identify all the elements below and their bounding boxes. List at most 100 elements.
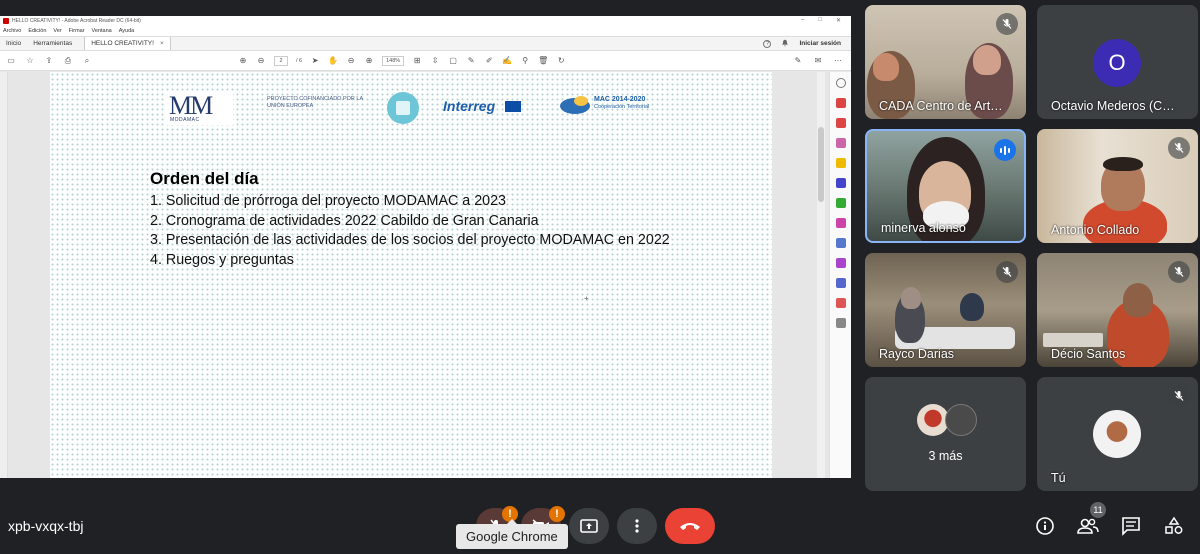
zoom-tool-icon[interactable]: [835, 78, 846, 88]
save-icon[interactable]: ▭: [6, 56, 16, 66]
participant-tile-decio[interactable]: Décio Santos: [1037, 253, 1198, 367]
next-page-icon[interactable]: ⊖: [256, 56, 266, 66]
upload-icon[interactable]: ⇪: [44, 56, 54, 66]
tools-panel: [829, 72, 851, 478]
fill-sign-icon[interactable]: [835, 258, 846, 268]
agenda-item: 2. Cronograma de actividades 2022 Cabild…: [150, 212, 539, 229]
left-panel-toggle[interactable]: [0, 72, 8, 478]
participant-tile-more[interactable]: 3 más: [865, 377, 1026, 491]
edit-pdf-icon[interactable]: [835, 138, 846, 148]
more-participants-label: 3 más: [928, 449, 963, 463]
comment-icon[interactable]: ▢: [448, 56, 458, 66]
menu-edicion[interactable]: Edición: [28, 28, 46, 34]
prev-page-icon[interactable]: ⊕: [238, 56, 248, 66]
export-pdf-icon[interactable]: [835, 98, 846, 108]
minimize-icon[interactable]: –: [801, 17, 804, 24]
pen-icon[interactable]: ✎: [466, 56, 476, 66]
maximize-icon[interactable]: □: [818, 17, 822, 24]
chat-button[interactable]: [1119, 514, 1143, 538]
more-options-button[interactable]: [617, 508, 657, 544]
participant-tile-antonio[interactable]: Antonio Collado: [1037, 129, 1198, 243]
present-screen-button[interactable]: [569, 508, 609, 544]
more-icon[interactable]: ⋯: [833, 56, 843, 66]
help-icon[interactable]: ?: [763, 39, 772, 48]
mic-off-icon: [1168, 137, 1190, 159]
window-controls: – □ ✕: [801, 17, 841, 24]
send-icon[interactable]: [835, 278, 846, 288]
participant-tile-cada[interactable]: CADA Centro de Art…: [865, 5, 1026, 119]
more-tools-icon[interactable]: [835, 318, 846, 328]
zoom-select[interactable]: 148%: [382, 55, 405, 66]
acrobat-menubar: Archivo Edición Ver Firmar Ventana Ayuda: [0, 26, 851, 36]
delete-icon[interactable]: 🗑: [538, 56, 548, 66]
agenda-title: Orden del día: [150, 169, 259, 188]
mail-icon[interactable]: ✉: [813, 56, 823, 66]
activities-button[interactable]: [1162, 514, 1186, 538]
toolbar-middle: ⊕ ⊖ 2 / 6 ➤ ✋ ⊖ ⊕ 148% ⊞ ⇳ ▢ ✎ ✐ ✍ ⚲ 🗑 ↻: [238, 55, 566, 66]
close-window-icon[interactable]: ✕: [836, 17, 841, 24]
pen-edit-icon[interactable]: ✎: [793, 56, 803, 66]
interreg-logo: Interreg: [443, 98, 496, 114]
fit-page-icon[interactable]: ⊞: [412, 56, 422, 66]
menu-firmar[interactable]: Firmar: [69, 28, 85, 34]
mic-off-icon: [1168, 385, 1190, 407]
menu-ventana[interactable]: Ventana: [92, 28, 112, 34]
window-title: HELLO CREATIVITY! - Adobe Acrobat Reader…: [12, 18, 141, 24]
pdf-page: MM MODAMAC PROYECTO COFINANCIADO POR LA …: [50, 72, 772, 478]
star-icon[interactable]: ☆: [25, 56, 35, 66]
redact-icon[interactable]: [835, 218, 846, 228]
highlight-icon[interactable]: ✐: [484, 56, 494, 66]
modamac-logo: MM MODAMAC: [165, 91, 233, 125]
hand-icon[interactable]: ✋: [328, 56, 338, 66]
toolbar-right: ✎ ✉ ⋯: [793, 56, 843, 66]
scroll-mode-icon[interactable]: ⇳: [430, 56, 440, 66]
search-icon[interactable]: ⌕: [82, 56, 92, 66]
print-icon[interactable]: ⎙: [63, 56, 73, 66]
tab-document-label: HELLO CREATIVITY!: [91, 40, 154, 47]
tooltip: Google Chrome: [456, 519, 568, 549]
create-pdf-icon[interactable]: [835, 118, 846, 128]
page-number-input[interactable]: 2: [274, 55, 288, 66]
meeting-details-button[interactable]: [1033, 514, 1057, 538]
bell-icon[interactable]: [781, 39, 789, 49]
agenda-item: 4. Ruegos y preguntas: [150, 251, 294, 268]
meet-controls-bar: xpb-vxqx-tbj ! ! Google Chrome 11: [0, 498, 1200, 554]
participant-tile-rayco[interactable]: Rayco Darias: [865, 253, 1026, 367]
rotate-icon[interactable]: ↻: [556, 56, 566, 66]
stamp-tool-icon[interactable]: [835, 298, 846, 308]
agenda-item: 1. Solicitud de prórroga del proyecto MO…: [150, 193, 507, 209]
document-workarea: MM MODAMAC PROYECTO COFINANCIADO POR LA …: [0, 72, 851, 478]
tab-herramientas[interactable]: Herramientas: [27, 37, 78, 50]
eu-flag-icon: [505, 101, 521, 112]
zoom-in-icon[interactable]: ⊕: [364, 56, 374, 66]
participant-tile-minerva[interactable]: minerva alonso: [865, 129, 1026, 243]
organize-icon[interactable]: [835, 198, 846, 208]
login-button[interactable]: Iniciar sesión: [799, 40, 841, 47]
end-call-button[interactable]: [665, 508, 715, 544]
logo-strip: MM MODAMAC PROYECTO COFINANCIADO POR LA …: [165, 88, 665, 128]
tab-close-icon[interactable]: ×: [160, 40, 164, 47]
cofinanced-text: PROYECTO COFINANCIADO POR LA UNIÓN EUROP…: [267, 96, 363, 109]
protect-icon[interactable]: [835, 238, 846, 248]
shared-screen: HELLO CREATIVITY! - Adobe Acrobat Reader…: [0, 16, 851, 478]
sign-icon[interactable]: ✍: [502, 56, 512, 66]
zoom-out-icon[interactable]: ⊖: [346, 56, 356, 66]
tab-inicio[interactable]: Inicio: [0, 37, 27, 50]
mic-off-icon: [1168, 261, 1190, 283]
cabildo-logo: [387, 92, 419, 124]
participant-tile-octavio[interactable]: O Octavio Mederos (C…: [1037, 5, 1198, 119]
vertical-scrollbar[interactable]: [817, 72, 825, 478]
participant-name: minerva alonso: [881, 221, 966, 235]
stamp-icon[interactable]: ⚲: [520, 56, 530, 66]
tab-document[interactable]: HELLO CREATIVITY! ×: [84, 37, 171, 50]
participant-tile-self[interactable]: Tú: [1037, 377, 1198, 491]
cursor-icon[interactable]: ➤: [310, 56, 320, 66]
menu-archivo[interactable]: Archivo: [3, 28, 21, 34]
comment-tool-icon[interactable]: [835, 158, 846, 168]
acrobat-tabbar: Inicio Herramientas HELLO CREATIVITY! × …: [0, 36, 851, 51]
combine-icon[interactable]: [835, 178, 846, 188]
toolbar-left: ▭ ☆ ⇪ ⎙ ⌕: [6, 56, 92, 66]
menu-ayuda[interactable]: Ayuda: [119, 28, 135, 34]
scroll-thumb[interactable]: [818, 127, 824, 202]
menu-ver[interactable]: Ver: [53, 28, 61, 34]
